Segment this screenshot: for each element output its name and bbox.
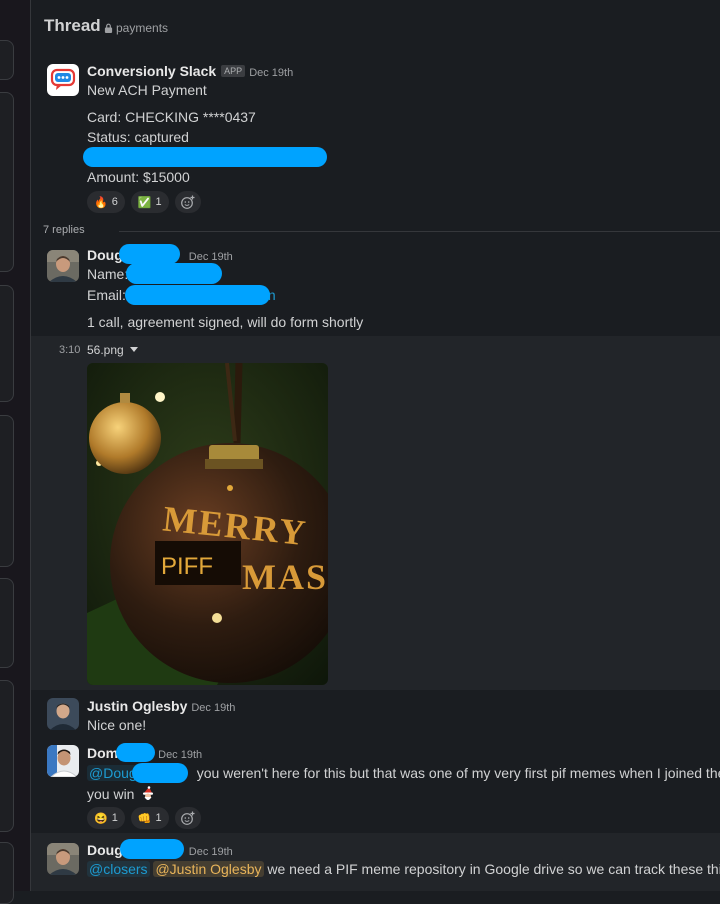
avatar[interactable] — [47, 843, 79, 875]
left-panel-card[interactable] — [0, 92, 14, 272]
overlay-text: PIFF — [161, 553, 213, 580]
add-reaction-button[interactable] — [174, 191, 201, 213]
message-text: @closers @Justin Oglesby we need a PIF m… — [87, 861, 720, 877]
timestamp[interactable]: Dec 19th — [249, 67, 293, 79]
redaction-mark — [83, 147, 327, 167]
thread-panel: Thread payments Conversionly Slack APP Dec… — [31, 0, 720, 891]
sender-name[interactable]: Dom — [87, 745, 118, 761]
user-mention[interactable]: @Doug — [87, 765, 139, 781]
redaction-mark — [132, 763, 188, 783]
reaction-laugh[interactable]: 😆 1 — [87, 807, 125, 829]
left-panel-card[interactable] — [0, 680, 14, 832]
message-body: you weren't here for this but that was o… — [196, 765, 720, 781]
redaction-mark — [119, 244, 180, 264]
thread-title: Thread — [44, 16, 101, 35]
replies-divider-row: 7 replies — [31, 224, 720, 240]
user-photo-icon — [47, 698, 79, 730]
check-mark-icon: ✅ — [137, 196, 152, 209]
left-panel-card[interactable] — [0, 415, 14, 567]
message-body: we need a PIF meme repository in Google … — [267, 861, 720, 877]
timestamp[interactable]: Dec 19th — [191, 702, 235, 714]
left-panel-card[interactable] — [0, 578, 14, 668]
chevron-down-icon[interactable] — [129, 347, 138, 352]
reaction-count: 6 — [111, 196, 118, 208]
reaction-count: 1 — [155, 812, 162, 824]
image-attachment[interactable]: MERRY MAS PIFF — [87, 363, 328, 685]
divider — [119, 231, 720, 232]
redaction-mark — [116, 743, 155, 762]
fist-bump-icon: 👊 — [137, 812, 152, 825]
message-text: 1 call, agreement signed, will do form s… — [87, 314, 364, 330]
user-photo-icon — [47, 745, 79, 777]
redaction-mark — [120, 839, 184, 859]
app-avatar[interactable] — [47, 64, 79, 96]
reaction-check[interactable]: ✅ 1 — [130, 191, 169, 213]
reaction-bar: 😆 1 👊 1 — [87, 807, 201, 829]
left-panel-card[interactable] — [0, 40, 14, 80]
message-text: Nice one! — [87, 717, 147, 733]
add-emoji-icon — [180, 811, 195, 825]
status-line: Status: captured — [87, 129, 189, 145]
reply-message: Doug Dec 19th Name: Email: n 1 call, agree… — [31, 242, 720, 336]
message-title: New ACH Payment — [87, 82, 207, 98]
reaction-count: 1 — [155, 196, 162, 208]
user-mention[interactable]: @Justin Oglesby — [153, 861, 264, 877]
amount-line: Amount: $15000 — [87, 169, 190, 185]
left-panel-card[interactable] — [0, 842, 14, 904]
timestamp[interactable]: Dec 19th — [189, 846, 233, 858]
file-timestamp[interactable]: 3:10 — [59, 344, 80, 356]
reaction-bar: 🔥 6 ✅ 1 — [87, 191, 201, 213]
thread-header: Thread payments — [31, 0, 720, 50]
add-emoji-icon — [180, 195, 195, 209]
left-panel-card[interactable] — [0, 285, 14, 402]
name-label: Name: — [87, 266, 129, 282]
avatar[interactable] — [47, 745, 79, 777]
sender-name[interactable]: Justin Oglesby — [87, 698, 187, 714]
channel-label: payments — [116, 21, 169, 35]
christmas-ornament-image: MERRY MAS PIFF — [87, 363, 328, 685]
add-reaction-button[interactable] — [174, 807, 201, 829]
fire-icon: 🔥 — [94, 196, 108, 209]
group-mention[interactable]: @closers — [87, 861, 150, 877]
file-attachment-row: 3:10 56.png MERRY MAS PIFF — [31, 336, 720, 690]
redaction-mark — [125, 285, 270, 305]
file-name-label: 56.png — [87, 343, 124, 357]
avatar[interactable] — [47, 250, 79, 282]
replies-count: 7 replies — [43, 224, 85, 236]
sender-line: Justin Oglesby Dec 19th — [87, 698, 235, 714]
sender-name[interactable]: Doug — [87, 247, 123, 263]
timestamp[interactable]: Dec 19th — [189, 251, 233, 263]
user-photo-icon — [47, 250, 79, 282]
user-photo-icon — [47, 843, 79, 875]
reply-message: Dom Dec 19th @Doug you weren't here for th… — [31, 735, 720, 833]
lock-icon — [104, 23, 113, 33]
reply-message: Justin Oglesby Dec 19th Nice one! — [31, 690, 720, 734]
timestamp[interactable]: Dec 19th — [158, 749, 202, 761]
svg-text:MAS: MAS — [242, 557, 328, 597]
channel-name[interactable]: payments — [104, 21, 168, 35]
chat-bubble-icon — [50, 68, 76, 90]
avatar[interactable] — [47, 698, 79, 730]
redaction-mark — [126, 263, 222, 284]
card-line: Card: CHECKING ****0437 — [87, 109, 256, 125]
message-text-continued: you win — [87, 786, 156, 802]
reaction-fire[interactable]: 🔥 6 — [87, 191, 125, 213]
email-label: Email: — [87, 287, 126, 303]
sender-name[interactable]: Conversionly Slack — [87, 63, 216, 79]
left-panel-edge — [0, 0, 31, 904]
reaction-fist-bump[interactable]: 👊 1 — [130, 807, 169, 829]
message-body: you win — [87, 786, 135, 802]
reply-message: Doug Dec 19th @closers @Justin Oglesby we… — [31, 833, 720, 891]
parent-message: Conversionly Slack APP Dec 19th New ACH Pa… — [31, 56, 720, 216]
app-badge: APP — [221, 65, 246, 77]
santa-emoji-icon — [143, 786, 154, 800]
file-name[interactable]: 56.png — [87, 343, 138, 357]
name-field: Name: — [87, 266, 128, 282]
sender-line: Conversionly Slack APP Dec 19th — [87, 63, 293, 79]
laughing-face-icon: 😆 — [94, 812, 108, 825]
sender-name[interactable]: Doug — [87, 842, 123, 858]
reaction-count: 1 — [111, 812, 118, 824]
